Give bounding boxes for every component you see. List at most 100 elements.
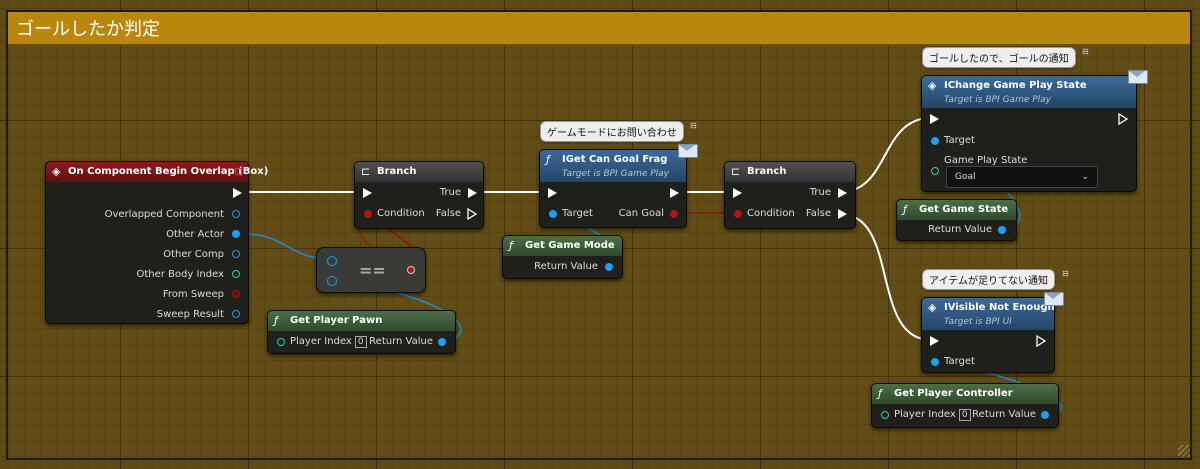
node-title: IVisible Not Enough — [944, 302, 1055, 313]
a-pin[interactable] — [327, 256, 337, 266]
player-index-value[interactable]: 0 — [354, 336, 367, 348]
return-value-pin[interactable] — [605, 263, 613, 271]
get-game-mode-node[interactable]: ƒ Get Game Mode Return Value — [502, 235, 623, 279]
return-value-label: Return Value — [534, 261, 598, 272]
player-index-pin[interactable] — [277, 338, 285, 346]
node-header: ◈ IVisible Not Enough Target is BPI UI — [922, 298, 1055, 330]
pin-bubble-icon[interactable]: ⊟ — [690, 121, 697, 130]
true-exec-pin[interactable] — [838, 188, 847, 198]
exec-out-pin[interactable] — [1118, 113, 1128, 125]
pin-label: From Sweep — [162, 289, 224, 300]
node-header: ƒ Get Game State — [897, 200, 1016, 220]
sweep-result-pin[interactable] — [232, 310, 240, 318]
exec-out-pin[interactable] — [670, 188, 679, 198]
result-pin[interactable] — [407, 266, 415, 274]
iget-can-goal-frag-node[interactable]: ƒ IGet Can Goal Frag Target is BPI Game … — [539, 144, 698, 228]
node-header: ƒ Get Player Pawn — [268, 311, 455, 331]
node-title: Get Game Mode — [525, 240, 615, 251]
player-index-label: Player Index 0 — [894, 409, 971, 421]
return-value-label: Return Value — [369, 336, 433, 347]
overlapped-component-pin[interactable] — [232, 210, 240, 218]
chevron-down-icon: ⌄ — [1081, 172, 1089, 182]
exec-out-pin[interactable] — [1036, 335, 1046, 347]
target-label: Target — [562, 208, 593, 219]
true-label: True — [809, 187, 831, 198]
node-header: ⊏ Branch — [725, 162, 855, 182]
dropdown-value: Goal — [955, 172, 976, 182]
pin-bubble-icon[interactable]: ⊟ — [1082, 47, 1089, 56]
target-pin[interactable] — [549, 210, 557, 218]
exec-in-pin[interactable] — [363, 188, 372, 198]
diamond-icon: ◈ — [52, 165, 61, 178]
exec-in-pin[interactable] — [930, 336, 939, 346]
other-comp-pin[interactable] — [232, 250, 240, 258]
diamond-icon: ◈ — [928, 301, 937, 314]
ivisible-not-enough-node[interactable]: ◈ IVisible Not Enough Target is BPI UI T… — [921, 292, 1064, 373]
comment-bubble[interactable]: アイテムが足りてない通知 — [922, 269, 1055, 290]
b-pin[interactable] — [327, 276, 337, 286]
node-subtitle: Target is BPI Game Play — [562, 169, 669, 179]
pin-label: Other Body Index — [136, 269, 224, 280]
player-index-pin[interactable] — [881, 411, 889, 419]
node-subtitle: Target is BPI UI — [944, 317, 1012, 327]
node-header: ⊏ Branch — [355, 162, 483, 182]
exec-out-pin[interactable] — [233, 188, 242, 198]
return-value-pin[interactable] — [438, 338, 446, 346]
other-actor-pin[interactable] — [232, 230, 240, 238]
true-exec-pin[interactable] — [468, 188, 477, 198]
get-player-pawn-node[interactable]: ƒ Get Player Pawn Player Index 0 Return V… — [267, 310, 456, 354]
target-pin[interactable] — [931, 358, 939, 366]
get-game-state-node[interactable]: ƒ Get Game State Return Value — [896, 199, 1017, 241]
false-exec-pin[interactable] — [838, 209, 847, 219]
envelope-icon — [678, 144, 698, 158]
pin-bubble-icon[interactable]: ⊟ — [1062, 269, 1069, 278]
node-title: Branch — [747, 166, 787, 177]
player-index-label: Player Index 0 — [290, 336, 367, 348]
from-sweep-pin[interactable] — [232, 290, 240, 298]
return-value-pin[interactable] — [1041, 411, 1049, 419]
branch-icon: ⊏ — [361, 165, 371, 178]
exec-in-pin[interactable] — [548, 188, 557, 198]
pin-label: Other Actor — [166, 229, 224, 240]
get-player-controller-node[interactable]: ƒ Get Player Controller Player Index 0 Re… — [871, 383, 1059, 428]
target-label: Target — [944, 135, 975, 146]
node-title: IGet Can Goal Frag — [562, 154, 668, 165]
player-index-value[interactable]: 0 — [958, 409, 971, 421]
game-play-state-dropdown[interactable]: Goal ⌄ — [946, 166, 1098, 188]
function-f-icon: ƒ — [903, 203, 907, 216]
return-value-pin[interactable] — [998, 226, 1006, 234]
return-value-label: Return Value — [928, 224, 992, 235]
node-subtitle: Target is BPI Game Play — [944, 95, 1051, 105]
branch-node[interactable]: ⊏ Branch True Condition False — [354, 161, 484, 229]
branch-icon: ⊏ — [731, 165, 741, 178]
equal-node[interactable]: == — [316, 247, 426, 293]
comment-bubble[interactable]: ゴールしたので、ゴールの通知 — [922, 47, 1076, 68]
envelope-icon — [1044, 292, 1064, 306]
exec-in-pin[interactable] — [733, 188, 742, 198]
on-component-begin-overlap-node[interactable]: ◈ On Component Begin Overlap (Box) Overl… — [45, 161, 268, 324]
node-header: ◈ IChange Game Play State Target is BPI … — [922, 76, 1136, 108]
comment-bubble[interactable]: ゲームモードにお問い合わせ — [540, 121, 684, 142]
blueprint-graph[interactable]: ゴールしたか判定 ◈ On Component Begin Overlap (B… — [0, 0, 1200, 469]
exec-in-pin[interactable] — [930, 114, 939, 124]
other-body-index-pin[interactable] — [232, 270, 240, 278]
node-header: ƒ Get Player Controller — [872, 384, 1058, 404]
false-label: False — [435, 208, 461, 219]
target-label: Target — [944, 356, 975, 367]
condition-pin[interactable] — [734, 210, 742, 218]
diamond-icon: ◈ — [928, 79, 937, 92]
condition-pin[interactable] — [364, 210, 372, 218]
false-exec-pin[interactable] — [467, 208, 477, 220]
game-play-state-pin[interactable] — [931, 167, 939, 175]
bubble-text: ゴールしたので、ゴールの通知 — [929, 54, 1069, 65]
node-title: Get Player Pawn — [290, 315, 383, 326]
pin-label: Sweep Result — [156, 309, 224, 320]
node-header: ◈ On Component Begin Overlap (Box) — [46, 162, 268, 182]
target-pin[interactable] — [931, 137, 939, 145]
delegate-pin[interactable] — [235, 168, 242, 175]
ichange-game-play-state-node[interactable]: ◈ IChange Game Play State Target is BPI … — [921, 70, 1148, 192]
branch-node[interactable]: ⊏ Branch True Condition False — [724, 161, 856, 229]
condition-label: Condition — [377, 208, 425, 219]
can-goal-pin[interactable] — [670, 210, 678, 218]
node-header: ƒ IGet Can Goal Frag Target is BPI Game … — [540, 150, 686, 182]
